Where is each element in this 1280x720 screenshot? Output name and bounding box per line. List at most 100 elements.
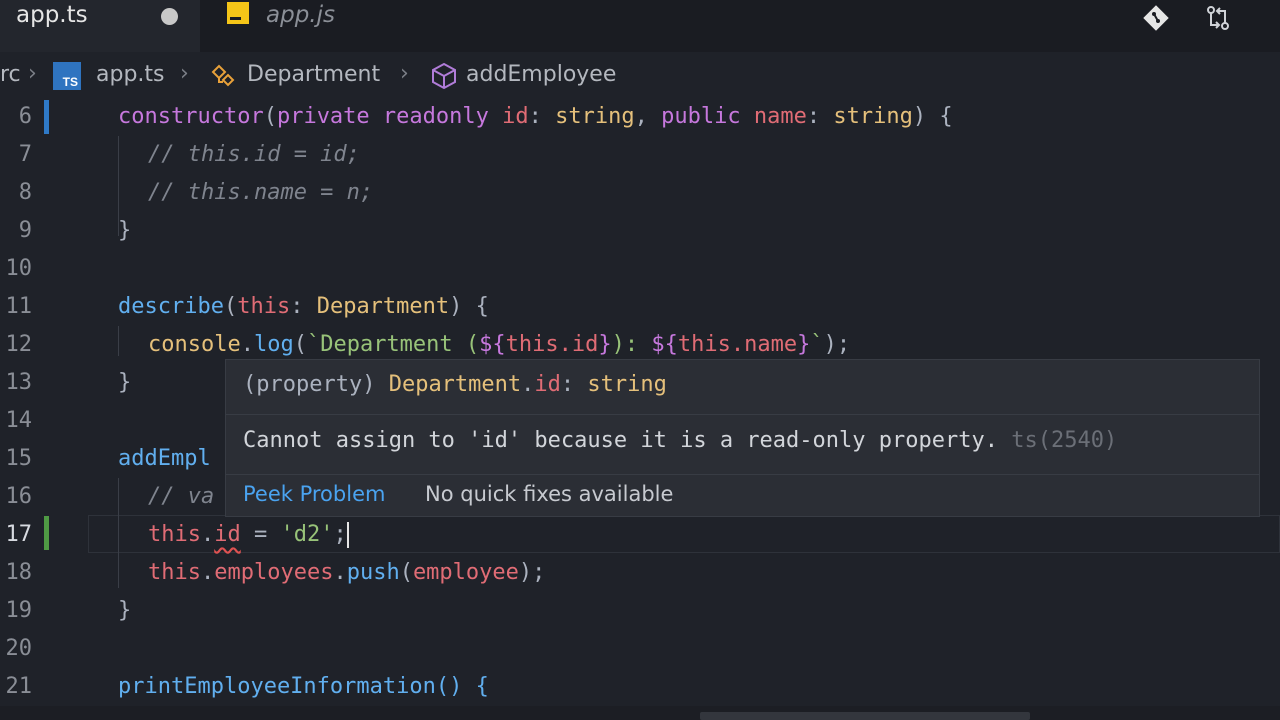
line-number: 18	[5, 560, 33, 585]
line-content[interactable]: addEmpl	[118, 440, 211, 478]
token: :	[290, 294, 317, 319]
token: :	[528, 104, 542, 129]
signature-class: Department	[388, 372, 522, 397]
code-line[interactable]: 11 describe(this: Department) {	[0, 288, 1280, 326]
unsaved-dot-icon[interactable]	[161, 8, 178, 25]
tab-label: app.js	[266, 2, 335, 28]
line-number: 9	[18, 218, 32, 243]
code-line[interactable]: 10	[0, 250, 1280, 288]
line-content[interactable]: constructor(private readonly id: string,…	[118, 98, 953, 136]
signature-prefix: (property)	[243, 372, 389, 397]
token: console	[148, 332, 241, 357]
bottom-panel-edge	[0, 706, 1280, 720]
signature-property: id	[534, 372, 561, 397]
code-line[interactable]: 21 printEmployeeInformation() {	[0, 668, 1280, 706]
token: .	[200, 560, 215, 585]
breadcrumb-file[interactable]: app.ts	[96, 62, 165, 87]
line-number: 8	[18, 180, 32, 205]
line-number: 7	[18, 142, 32, 167]
hover-signature: (property) Department.id: string	[243, 372, 667, 397]
breadcrumb-root[interactable]: rc	[0, 62, 21, 87]
breadcrumb-class[interactable]: Department	[247, 62, 380, 87]
breadcrumb-method[interactable]: addEmployee	[466, 62, 616, 87]
token: ) {	[449, 294, 489, 319]
token: `Department (	[306, 332, 480, 357]
token: .	[240, 332, 254, 357]
token: public	[661, 104, 741, 129]
error-text: Cannot assign to 'id' because it is a re…	[243, 428, 998, 453]
line-number: 15	[5, 446, 33, 471]
git-icon[interactable]	[1142, 4, 1170, 32]
comment[interactable]: // this.id = id;	[148, 136, 360, 174]
token: name	[753, 104, 807, 129]
tab-app-js[interactable]: app.js	[200, 0, 450, 52]
hover-tooltip: (property) Department.id: string Cannot …	[225, 359, 1260, 517]
token: 'd2'	[280, 522, 334, 547]
token: .id	[558, 332, 599, 357]
error-token[interactable]: id	[214, 522, 241, 547]
code-line[interactable]: 18 this.employees.push(employee);	[0, 554, 1280, 592]
token: describe	[118, 294, 224, 319]
token: push	[346, 560, 400, 585]
comment[interactable]: // this.name = n;	[148, 174, 373, 212]
horizontal-scrollbar[interactable]	[700, 712, 1030, 720]
signature-dot: .	[521, 372, 535, 397]
divider	[226, 414, 1259, 415]
chevron-right-icon: ›	[180, 61, 189, 86]
line-content[interactable]: }	[118, 592, 131, 630]
code-line[interactable]: 8 // this.name = n;	[0, 174, 1280, 212]
code-line[interactable]: 17 this.id = 'd2';	[0, 516, 1280, 554]
token: .	[333, 560, 347, 585]
token: ${	[651, 332, 678, 357]
token: (	[263, 104, 277, 129]
line-content[interactable]: describe(this: Department) {	[118, 288, 489, 326]
code-line[interactable]: 19 }	[0, 592, 1280, 630]
error-message: Cannot assign to 'id' because it is a re…	[243, 428, 1117, 453]
token: this	[148, 522, 201, 547]
breadcrumb: rc › app.ts › Department › addEmployee	[0, 52, 1280, 98]
line-content[interactable]: this.employees.push(employee);	[148, 554, 545, 592]
line-number: 19	[5, 598, 33, 623]
no-quick-fixes-label: No quick fixes available	[425, 482, 674, 506]
token: ) {	[912, 104, 953, 129]
line-number: 10	[5, 256, 33, 281]
code-line[interactable]: 20	[0, 630, 1280, 668]
tab-app-ts[interactable]: app.ts	[0, 0, 200, 52]
token: constructor	[118, 104, 264, 129]
code-line[interactable]: 7 // this.id = id;	[0, 136, 1280, 174]
text-cursor	[346, 522, 349, 548]
token: .	[200, 522, 215, 547]
line-number: 21	[5, 674, 33, 699]
class-icon	[211, 64, 235, 87]
token: private	[276, 104, 370, 129]
compare-changes-icon[interactable]	[1204, 4, 1232, 32]
token: (	[293, 332, 307, 357]
code-line[interactable]: 9 }	[0, 212, 1280, 250]
line-content[interactable]: printEmployeeInformation() {	[118, 668, 489, 706]
comment[interactable]: // va	[148, 478, 214, 516]
chevron-right-icon: ›	[28, 61, 37, 86]
divider	[226, 474, 1259, 475]
token: string	[833, 104, 913, 129]
token: this	[677, 332, 731, 357]
token: ;	[333, 522, 347, 547]
token: ):	[611, 332, 652, 357]
line-content[interactable]: }	[118, 364, 131, 402]
token: this	[237, 294, 291, 319]
peek-problem-link[interactable]: Peek Problem	[243, 482, 385, 506]
token: log	[253, 332, 294, 357]
line-number: 13	[5, 370, 33, 395]
token: this	[148, 560, 201, 585]
code-line[interactable]: 6 constructor(private readonly id: strin…	[0, 98, 1280, 136]
tab-label: app.ts	[16, 2, 88, 28]
token: `	[810, 332, 824, 357]
token: =	[240, 522, 281, 547]
token: :	[806, 104, 821, 129]
line-number: 12	[5, 332, 33, 357]
line-content[interactable]: this.id = 'd2';	[148, 516, 349, 554]
typescript-file-icon: TS	[53, 62, 81, 90]
line-number: 14	[5, 408, 33, 433]
line-number: 17	[5, 522, 33, 547]
line-content[interactable]: }	[118, 212, 131, 250]
tab-bar: app.ts app.js	[0, 0, 1280, 52]
